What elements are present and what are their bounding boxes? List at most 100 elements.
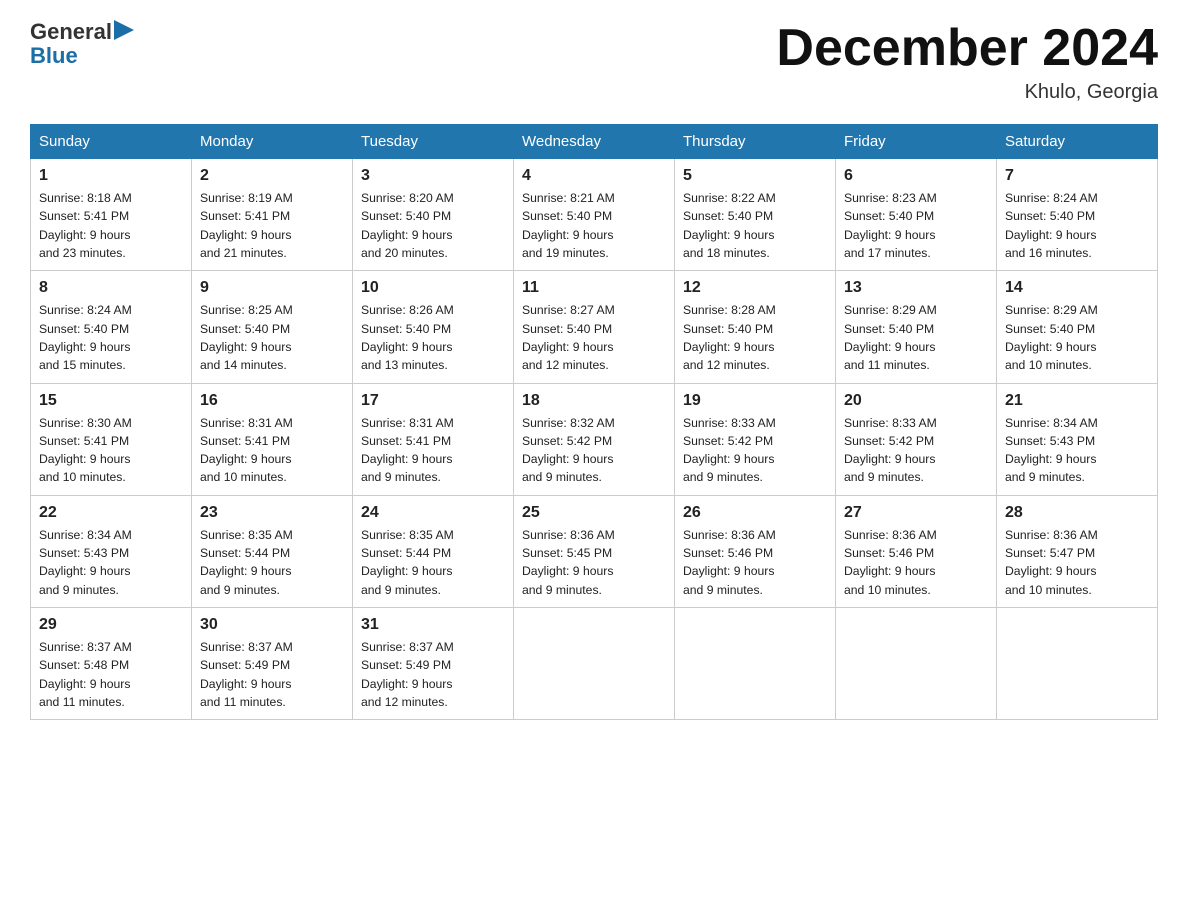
header-wednesday: Wednesday <box>514 125 675 159</box>
day-number: 24 <box>361 504 505 522</box>
table-row: 12 Sunrise: 8:28 AMSunset: 5:40 PMDayligh… <box>675 271 836 383</box>
header-saturday: Saturday <box>997 125 1158 159</box>
table-row: 29Sunrise: 8:37 AMSunset: 5:48 PMDayligh… <box>31 607 192 719</box>
table-row <box>836 607 997 719</box>
day-info: Sunrise: 8:37 AMSunset: 5:49 PMDaylight:… <box>200 638 344 711</box>
day-info: Sunrise: 8:28 AMSunset: 5:40 PMDaylight:… <box>683 301 827 374</box>
day-info: Sunrise: 8:34 AMSunset: 5:43 PMDaylight:… <box>1005 414 1149 487</box>
day-info: Sunrise: 8:31 AMSunset: 5:41 PMDaylight:… <box>361 414 505 487</box>
day-number: 18 <box>522 392 666 410</box>
day-info: Sunrise: 8:26 AMSunset: 5:40 PMDaylight:… <box>361 301 505 374</box>
day-number: 11 <box>522 279 666 297</box>
table-row: 17Sunrise: 8:31 AMSunset: 5:41 PMDayligh… <box>353 383 514 495</box>
day-number: 4 <box>522 167 666 185</box>
calendar-body: 1Sunrise: 8:18 AMSunset: 5:41 PMDaylight… <box>31 159 1158 720</box>
day-number: 12 <box>683 279 827 297</box>
day-info: Sunrise: 8:29 AMSunset: 5:40 PMDaylight:… <box>1005 301 1149 374</box>
day-info: Sunrise: 8:35 AMSunset: 5:44 PMDaylight:… <box>200 526 344 599</box>
table-row: 7Sunrise: 8:24 AMSunset: 5:40 PMDaylight… <box>997 159 1158 271</box>
table-row: 27 Sunrise: 8:36 AMSunset: 5:46 PMDayligh… <box>836 495 997 607</box>
day-number: 10 <box>361 279 505 297</box>
table-row: 16 Sunrise: 8:31 AMSunset: 5:41 PMDayligh… <box>192 383 353 495</box>
table-row: 15 Sunrise: 8:30 AMSunset: 5:41 PMDayligh… <box>31 383 192 495</box>
logo-arrow-icon <box>114 20 134 40</box>
day-number: 22 <box>39 504 183 522</box>
table-row: 14 Sunrise: 8:29 AMSunset: 5:40 PMDayligh… <box>997 271 1158 383</box>
logo: General Blue <box>30 20 134 68</box>
day-number: 27 <box>844 504 988 522</box>
day-info: Sunrise: 8:36 AMSunset: 5:45 PMDaylight:… <box>522 526 666 599</box>
day-info: Sunrise: 8:36 AMSunset: 5:46 PMDaylight:… <box>844 526 988 599</box>
day-number: 29 <box>39 616 183 634</box>
table-row <box>675 607 836 719</box>
header-sunday: Sunday <box>31 125 192 159</box>
table-row: 5 Sunrise: 8:22 AMSunset: 5:40 PMDaylight… <box>675 159 836 271</box>
day-info: Sunrise: 8:32 AMSunset: 5:42 PMDaylight:… <box>522 414 666 487</box>
day-number: 15 <box>39 392 183 410</box>
table-row: 25 Sunrise: 8:36 AMSunset: 5:45 PMDayligh… <box>514 495 675 607</box>
table-row <box>997 607 1158 719</box>
calendar-header: Sunday Monday Tuesday Wednesday Thursday… <box>31 125 1158 159</box>
title-block: December 2024 Khulo, Georgia <box>776 20 1158 104</box>
day-number: 26 <box>683 504 827 522</box>
table-row: 9 Sunrise: 8:25 AMSunset: 5:40 PMDaylight… <box>192 271 353 383</box>
day-info: Sunrise: 8:31 AMSunset: 5:41 PMDaylight:… <box>200 414 344 487</box>
day-number: 23 <box>200 504 344 522</box>
table-row: 22 Sunrise: 8:34 AMSunset: 5:43 PMDayligh… <box>31 495 192 607</box>
header-thursday: Thursday <box>675 125 836 159</box>
day-info: Sunrise: 8:36 AMSunset: 5:47 PMDaylight:… <box>1005 526 1149 599</box>
day-info: Sunrise: 8:35 AMSunset: 5:44 PMDaylight:… <box>361 526 505 599</box>
month-title: December 2024 <box>776 20 1158 77</box>
day-number: 13 <box>844 279 988 297</box>
header-tuesday: Tuesday <box>353 125 514 159</box>
table-row: 20 Sunrise: 8:33 AMSunset: 5:42 PMDayligh… <box>836 383 997 495</box>
logo-general: General <box>30 20 112 44</box>
table-row: 2Sunrise: 8:19 AMSunset: 5:41 PMDaylight… <box>192 159 353 271</box>
day-info: Sunrise: 8:27 AMSunset: 5:40 PMDaylight:… <box>522 301 666 374</box>
table-row: 1Sunrise: 8:18 AMSunset: 5:41 PMDaylight… <box>31 159 192 271</box>
day-info: Sunrise: 8:22 AMSunset: 5:40 PMDaylight:… <box>683 189 827 262</box>
page-header: General Blue December 2024 Khulo, Georgi… <box>30 20 1158 104</box>
day-number: 9 <box>200 279 344 297</box>
day-info: Sunrise: 8:33 AMSunset: 5:42 PMDaylight:… <box>683 414 827 487</box>
day-number: 19 <box>683 392 827 410</box>
day-info: Sunrise: 8:30 AMSunset: 5:41 PMDaylight:… <box>39 414 183 487</box>
day-info: Sunrise: 8:24 AMSunset: 5:40 PMDaylight:… <box>1005 189 1149 262</box>
day-number: 14 <box>1005 279 1149 297</box>
day-number: 16 <box>200 392 344 410</box>
day-number: 3 <box>361 167 505 185</box>
day-number: 30 <box>200 616 344 634</box>
table-row: 11 Sunrise: 8:27 AMSunset: 5:40 PMDayligh… <box>514 271 675 383</box>
day-info: Sunrise: 8:36 AMSunset: 5:46 PMDaylight:… <box>683 526 827 599</box>
table-row: 10 Sunrise: 8:26 AMSunset: 5:40 PMDayligh… <box>353 271 514 383</box>
day-number: 5 <box>683 167 827 185</box>
day-info: Sunrise: 8:29 AMSunset: 5:40 PMDaylight:… <box>844 301 988 374</box>
table-row: 28 Sunrise: 8:36 AMSunset: 5:47 PMDayligh… <box>997 495 1158 607</box>
table-row <box>514 607 675 719</box>
table-row: 19 Sunrise: 8:33 AMSunset: 5:42 PMDayligh… <box>675 383 836 495</box>
logo-blue: Blue <box>30 44 134 68</box>
header-friday: Friday <box>836 125 997 159</box>
day-number: 20 <box>844 392 988 410</box>
table-row: 26 Sunrise: 8:36 AMSunset: 5:46 PMDayligh… <box>675 495 836 607</box>
header-monday: Monday <box>192 125 353 159</box>
day-info: Sunrise: 8:33 AMSunset: 5:42 PMDaylight:… <box>844 414 988 487</box>
table-row: 6Sunrise: 8:23 AMSunset: 5:40 PMDaylight… <box>836 159 997 271</box>
table-row: 24 Sunrise: 8:35 AMSunset: 5:44 PMDayligh… <box>353 495 514 607</box>
day-number: 8 <box>39 279 183 297</box>
day-number: 25 <box>522 504 666 522</box>
day-number: 21 <box>1005 392 1149 410</box>
table-row: 8Sunrise: 8:24 AMSunset: 5:40 PMDaylight… <box>31 271 192 383</box>
day-info: Sunrise: 8:34 AMSunset: 5:43 PMDaylight:… <box>39 526 183 599</box>
table-row: 31Sunrise: 8:37 AMSunset: 5:49 PMDayligh… <box>353 607 514 719</box>
day-info: Sunrise: 8:18 AMSunset: 5:41 PMDaylight:… <box>39 189 183 262</box>
day-number: 28 <box>1005 504 1149 522</box>
day-info: Sunrise: 8:20 AMSunset: 5:40 PMDaylight:… <box>361 189 505 262</box>
location: Khulo, Georgia <box>776 81 1158 104</box>
day-info: Sunrise: 8:25 AMSunset: 5:40 PMDaylight:… <box>200 301 344 374</box>
table-row: 18 Sunrise: 8:32 AMSunset: 5:42 PMDayligh… <box>514 383 675 495</box>
day-info: Sunrise: 8:23 AMSunset: 5:40 PMDaylight:… <box>844 189 988 262</box>
day-number: 31 <box>361 616 505 634</box>
table-row: 3 Sunrise: 8:20 AMSunset: 5:40 PMDaylight… <box>353 159 514 271</box>
table-row: 30 Sunrise: 8:37 AMSunset: 5:49 PMDayligh… <box>192 607 353 719</box>
